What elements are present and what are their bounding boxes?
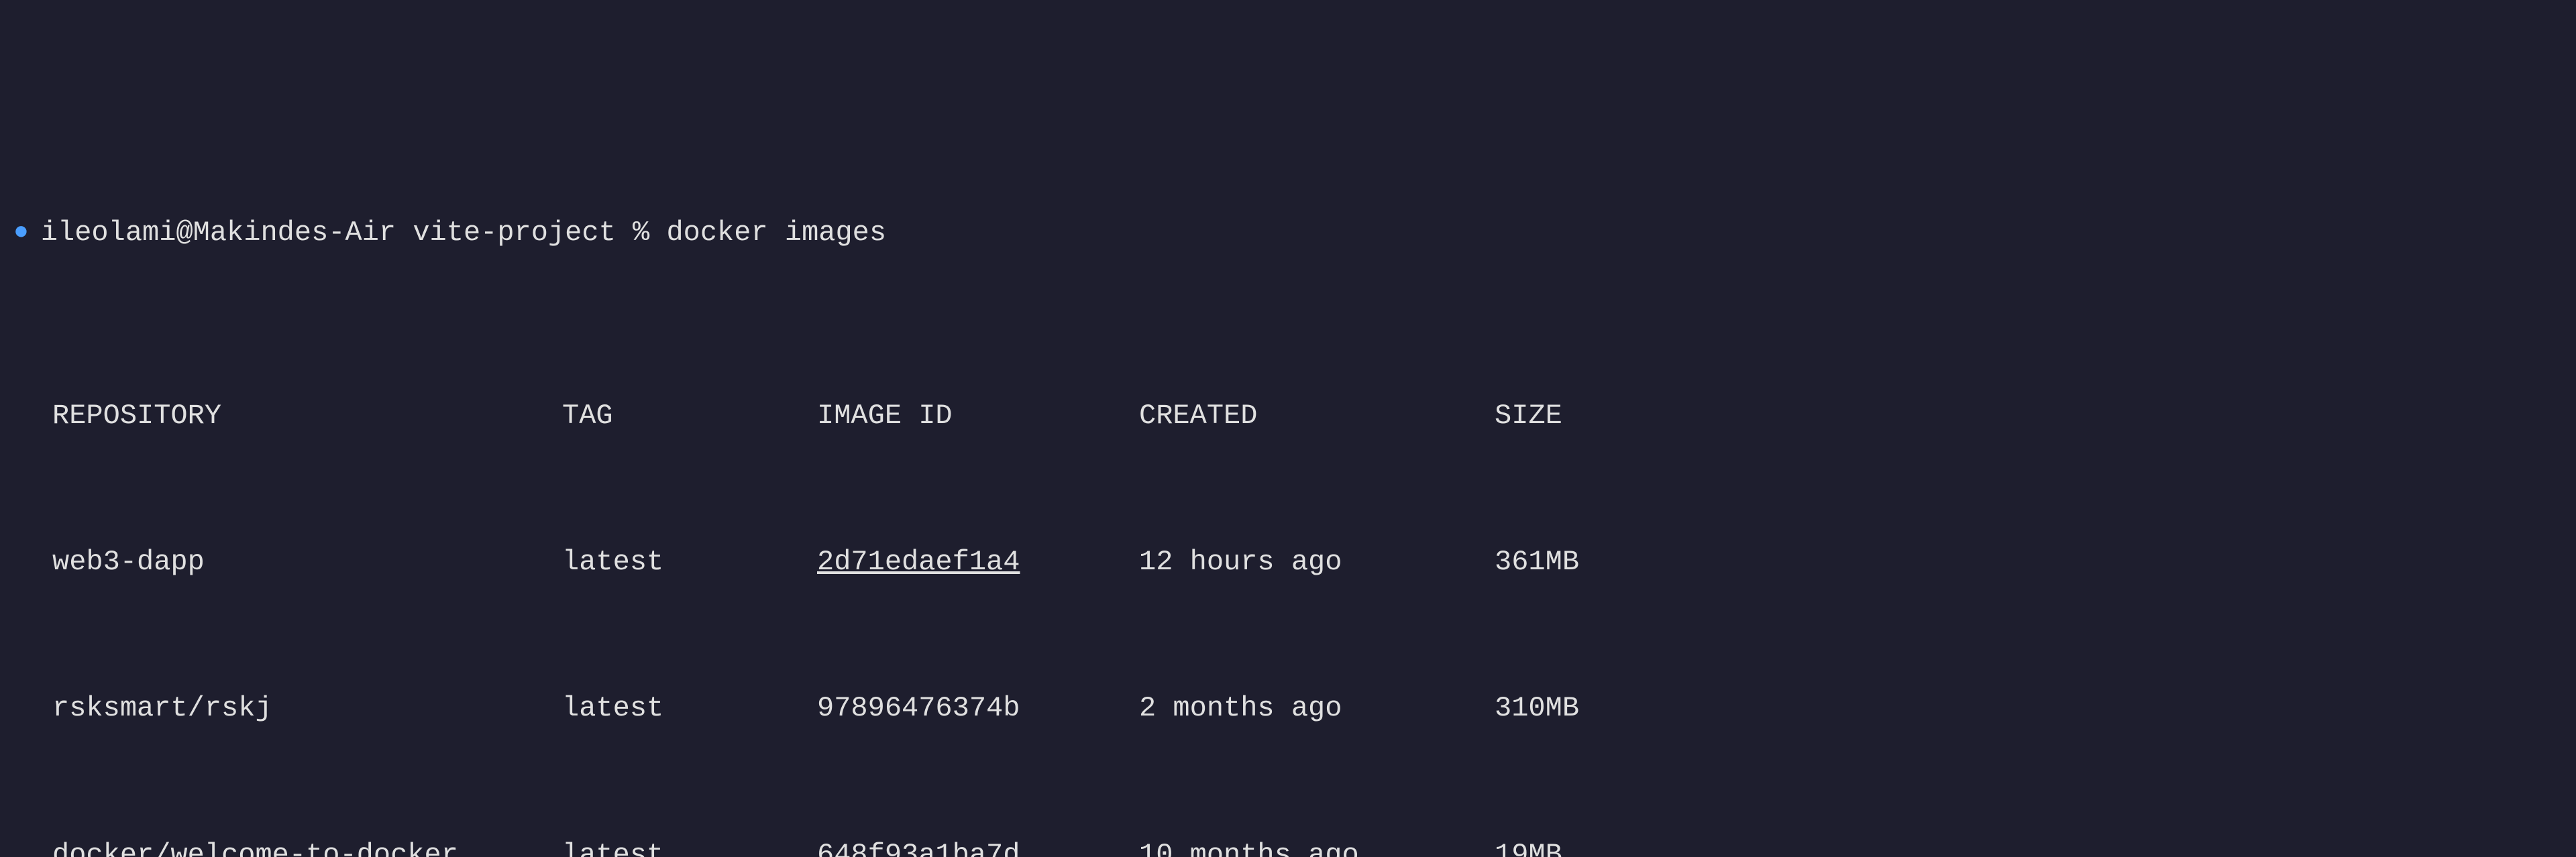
cell-repository: web3-dapp [52, 544, 562, 581]
cell-created: 10 months ago [1139, 837, 1495, 857]
table-row: web3-dapp latest 2d71edaef1a4 12 hours a… [52, 544, 2563, 581]
prompt-line[interactable]: ● ileolami@Makindes-Air vite-project % d… [13, 215, 2563, 251]
table-row: docker/welcome-to-docker latest 648f93a1… [52, 837, 2563, 857]
cell-repository: rsksmart/rskj [52, 690, 562, 727]
partial-previous-output [13, 133, 2563, 141]
cell-image-id: 2d71edaef1a4 [817, 544, 1139, 581]
command-text: docker images [666, 215, 886, 251]
cell-size: 361MB [1495, 544, 1579, 581]
prompt-cwd: vite-project [413, 215, 615, 251]
cell-size: 310MB [1495, 690, 1579, 727]
prompt-space [396, 215, 413, 251]
cell-created: 2 months ago [1139, 690, 1495, 727]
cell-image-id: 97896476374b [817, 690, 1139, 727]
prompt-space2 [616, 215, 633, 251]
prompt-bullet-icon: ● [13, 216, 29, 249]
docker-images-output: REPOSITORY TAG IMAGE ID CREATED SIZE web… [13, 324, 2563, 857]
cell-image-id: 648f93a1ba7d [817, 837, 1139, 857]
cell-tag: latest [562, 690, 817, 727]
cell-repository: docker/welcome-to-docker [52, 837, 562, 857]
table-row: rsksmart/rskj latest 97896476374b 2 mont… [52, 690, 2563, 727]
prompt-user-host: ileolami@Makindes-Air [41, 215, 396, 251]
cell-size: 19MB [1495, 837, 1562, 857]
cell-tag: latest [562, 837, 817, 857]
cell-created: 12 hours ago [1139, 544, 1495, 581]
cell-tag: latest [562, 544, 817, 581]
prompt-space3 [649, 215, 666, 251]
prompt-separator: % [633, 215, 649, 251]
